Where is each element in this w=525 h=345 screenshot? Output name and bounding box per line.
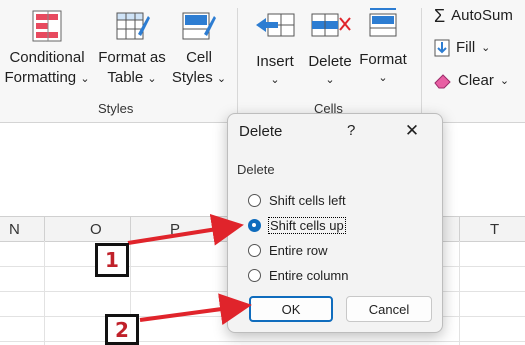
step-1-callout: 1	[95, 243, 129, 277]
annotation-arrows	[127, 213, 252, 326]
arrow-1	[127, 213, 244, 246]
arrow-2	[139, 293, 252, 326]
step-2-callout: 2	[105, 314, 139, 345]
